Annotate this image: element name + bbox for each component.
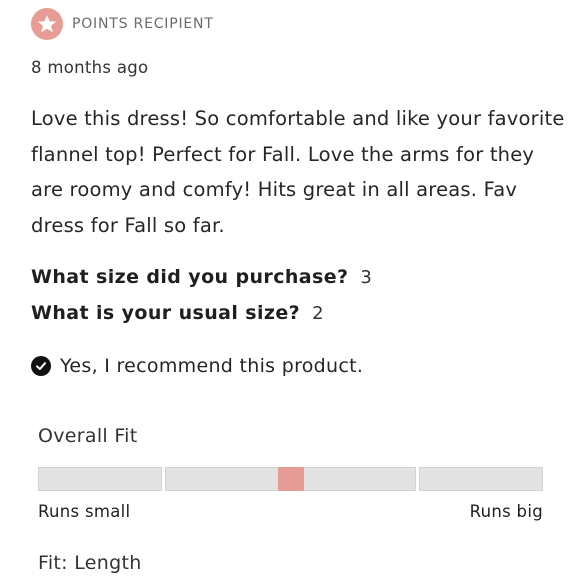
recommend-label: Yes, I recommend this product.: [60, 355, 364, 377]
fit-length-title: Fit: Length: [38, 552, 142, 574]
usual-size-question: What is your usual size?: [31, 302, 301, 324]
star-icon: [31, 8, 63, 40]
check-circle-icon: [31, 356, 51, 376]
fit-min-label: Runs small: [38, 502, 131, 521]
overall-fit-title: Overall Fit: [38, 425, 138, 447]
overall-fit-marker: [277, 467, 304, 491]
recommend-statement: Yes, I recommend this product.: [31, 355, 363, 377]
fit-scale-segment: [38, 467, 162, 491]
size-purchased-row: What size did you purchase? 3: [31, 266, 372, 288]
points-recipient-badge: POINTS RECIPIENT: [31, 8, 214, 40]
review-timestamp: 8 months ago: [31, 58, 149, 77]
size-purchased-answer: 3: [360, 267, 372, 288]
review-body: Love this dress! So comfortable and like…: [31, 107, 565, 237]
fit-scale-segment: [292, 467, 416, 491]
fit-max-label: Runs big: [469, 502, 543, 521]
usual-size-answer: 2: [312, 303, 324, 324]
fit-scale-segment: [165, 467, 289, 491]
usual-size-row: What is your usual size? 2: [31, 302, 324, 324]
fit-scale-segment: [419, 467, 543, 491]
overall-fit-scale: [38, 467, 543, 491]
badge-label: POINTS RECIPIENT: [72, 16, 214, 32]
size-purchased-question: What size did you purchase?: [31, 266, 349, 288]
